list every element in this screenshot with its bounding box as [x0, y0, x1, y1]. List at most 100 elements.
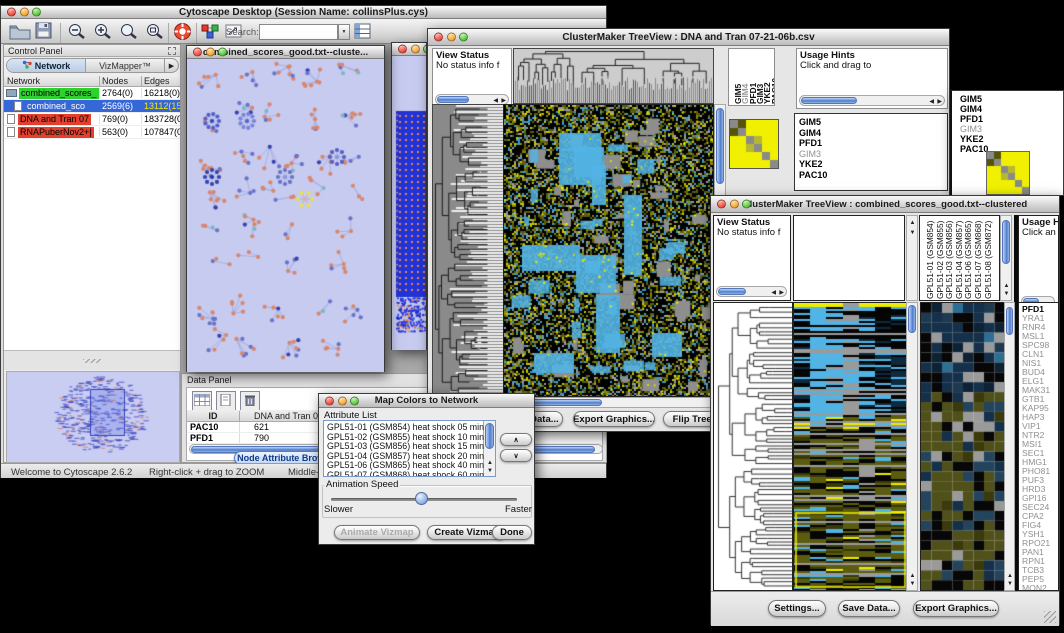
network-overview-canvas[interactable] — [6, 371, 180, 463]
treeview2-titlebar[interactable]: ClusterMaker TreeView : combined_scores_… — [711, 196, 1059, 213]
treeview1-global-heatmap[interactable] — [503, 104, 714, 397]
network-tree-row[interactable]: combined_sco2569(6)13112(15) — [4, 100, 180, 113]
side-zoom-heatmap[interactable] — [986, 151, 1030, 195]
treeview1-row-dendrogram[interactable] — [432, 104, 504, 397]
gene-label[interactable]: GIM3 — [799, 150, 821, 159]
gene-label[interactable]: YKE2 — [799, 160, 823, 169]
scroll-right-icon[interactable]: ▶ — [937, 99, 942, 105]
settings-button[interactable]: Settings... — [768, 600, 826, 617]
column-label[interactable]: GPL51-04 (GSM857) — [955, 221, 963, 299]
zoom-selected-icon[interactable] — [145, 22, 165, 46]
splitter-grip-icon[interactable] — [83, 359, 101, 363]
scroll-left-icon[interactable]: ◀ — [771, 290, 776, 296]
treeview2-row-dendrogram[interactable] — [713, 302, 793, 591]
minimize-icon[interactable] — [206, 48, 215, 57]
scrollbar-thumb[interactable] — [485, 423, 494, 449]
column-label[interactable]: GPL51-08 (GSM872) — [984, 221, 992, 299]
minimize-icon[interactable] — [730, 200, 739, 209]
tab-vizmapper[interactable]: VizMapper™ — [86, 59, 164, 72]
network-canvas[interactable] — [187, 59, 384, 372]
scrollbar-thumb[interactable] — [1002, 220, 1010, 264]
maximize-icon[interactable] — [218, 48, 227, 57]
open-file-icon[interactable] — [9, 22, 31, 45]
gene-label[interactable]: GIM4 — [960, 105, 982, 114]
zoom-out-icon[interactable] — [67, 22, 87, 46]
scroll-up-icon[interactable]: ▲ — [487, 460, 493, 466]
done-button[interactable]: Done — [492, 525, 532, 540]
minimize-icon[interactable] — [20, 8, 29, 17]
close-icon[interactable] — [325, 396, 334, 405]
close-icon[interactable] — [7, 8, 16, 17]
minimize-icon[interactable] — [338, 396, 347, 405]
gene-label[interactable]: GIM3 — [960, 125, 982, 134]
network-view-titlebar[interactable]: combined_scores_good.txt--cluste... — [187, 46, 384, 59]
float-panel-icon[interactable] — [168, 47, 176, 55]
scrollbar-thumb[interactable] — [437, 96, 469, 103]
close-icon[interactable] — [398, 45, 407, 54]
view-status-hscrollbar[interactable]: ◀ ▶ — [716, 286, 787, 297]
export-graphics-button[interactable]: Export Graphics... — [573, 411, 655, 427]
gene-label[interactable]: GIM4 — [799, 129, 821, 138]
minimize-icon[interactable] — [447, 33, 456, 42]
scroll-down-icon[interactable]: ▼ — [487, 468, 493, 474]
maximize-icon[interactable] — [742, 200, 751, 209]
tab-overflow-icon[interactable]: ▶ — [164, 59, 178, 72]
move-up-button[interactable]: ∧ — [500, 433, 532, 446]
grid-network-canvas[interactable] — [392, 56, 426, 350]
zoom-in-icon[interactable] — [93, 22, 113, 46]
gene-label[interactable]: PAC10 — [960, 145, 988, 154]
scrollbar-thumb[interactable] — [908, 305, 916, 333]
scroll-up-icon[interactable]: ▲ — [1007, 573, 1013, 579]
treeview2-zoom-heatmap[interactable] — [920, 302, 1006, 591]
treeview2-zoom-vscrollbar[interactable]: ▲ ▼ — [1004, 302, 1015, 591]
scroll-right-icon[interactable]: ▶ — [501, 98, 506, 104]
treeview2-top-scroll-strip[interactable]: ▲ ▼ — [906, 215, 918, 301]
maximize-icon[interactable] — [350, 396, 359, 405]
gene-label[interactable]: PFD1 — [799, 139, 822, 148]
treeview2-collabel-vscrollbar[interactable]: ▲ ▼ — [1000, 215, 1012, 301]
gene-label[interactable]: GIM5 — [960, 95, 982, 104]
save-data-button[interactable]: Save Data... — [838, 600, 900, 617]
resize-grip-icon[interactable] — [1044, 611, 1056, 623]
panel-splitter[interactable] — [4, 350, 180, 370]
help-lifering-icon[interactable] — [173, 22, 192, 46]
scroll-up-icon[interactable]: ▲ — [1004, 283, 1010, 289]
move-down-button[interactable]: ∨ — [500, 449, 532, 462]
gene-label[interactable]: GIM5 — [799, 118, 821, 127]
column-label[interactable]: GPL51-07 (GSM868) — [974, 221, 982, 299]
export-graphics-button[interactable]: Export Graphics... — [913, 600, 999, 617]
network-tree-row[interactable]: combined_scores_2764(0)16218(0) — [4, 87, 180, 100]
close-icon[interactable] — [434, 33, 443, 42]
column-label[interactable]: PAC10 — [771, 78, 776, 104]
gene-label[interactable]: PAC10 — [799, 171, 827, 180]
scrollbar-thumb[interactable] — [801, 97, 857, 104]
scroll-left-icon[interactable]: ◀ — [929, 99, 934, 105]
scroll-up-icon[interactable]: ▲ — [910, 220, 916, 226]
column-label[interactable]: GPL51-02 (GSM855) — [936, 221, 944, 299]
save-icon[interactable] — [35, 22, 53, 45]
close-icon[interactable] — [717, 200, 726, 209]
treeview1-column-dendrogram[interactable] — [513, 48, 714, 104]
column-label[interactable]: GPL51-06 (GSM865) — [964, 221, 972, 299]
treeview2-column-dendrogram-area[interactable] — [793, 215, 905, 301]
maximize-icon[interactable] — [423, 45, 426, 54]
treeview2-global-vscrollbar[interactable]: ▲ ▼ — [906, 302, 918, 591]
scrollbar-thumb[interactable] — [718, 288, 746, 295]
scroll-down-icon[interactable]: ▼ — [1004, 291, 1010, 297]
treeview1-zoom-heatmap[interactable] — [729, 119, 779, 169]
gene-label[interactable]: MON2 — [1022, 584, 1047, 591]
attribute-browser-icon[interactable] — [354, 23, 372, 45]
main-titlebar[interactable]: Cytoscape Desktop (Session Name: collins… — [1, 6, 606, 19]
scrollbar-thumb[interactable] — [716, 108, 724, 184]
column-label[interactable]: GPL51-03 (GSM856) — [945, 221, 953, 299]
treeview2-global-heatmap[interactable] — [793, 302, 908, 591]
scrollbar-thumb[interactable] — [1006, 307, 1013, 335]
search-dropdown-icon[interactable]: ▼ — [338, 24, 350, 40]
tab-network[interactable]: Network — [7, 59, 86, 72]
gene-label[interactable]: YKE2 — [960, 135, 984, 144]
animate-vizmap-button[interactable]: Animate Vizmap — [334, 525, 420, 540]
scroll-right-icon[interactable]: ▶ — [779, 290, 784, 296]
treeview1-titlebar[interactable]: ClusterMaker TreeView : DNA and Tran 07-… — [428, 29, 949, 46]
grid-network-titlebar[interactable] — [392, 43, 426, 56]
network-tree-row[interactable]: RNAPuberNov2+|563(0)107847(0) — [4, 126, 180, 139]
